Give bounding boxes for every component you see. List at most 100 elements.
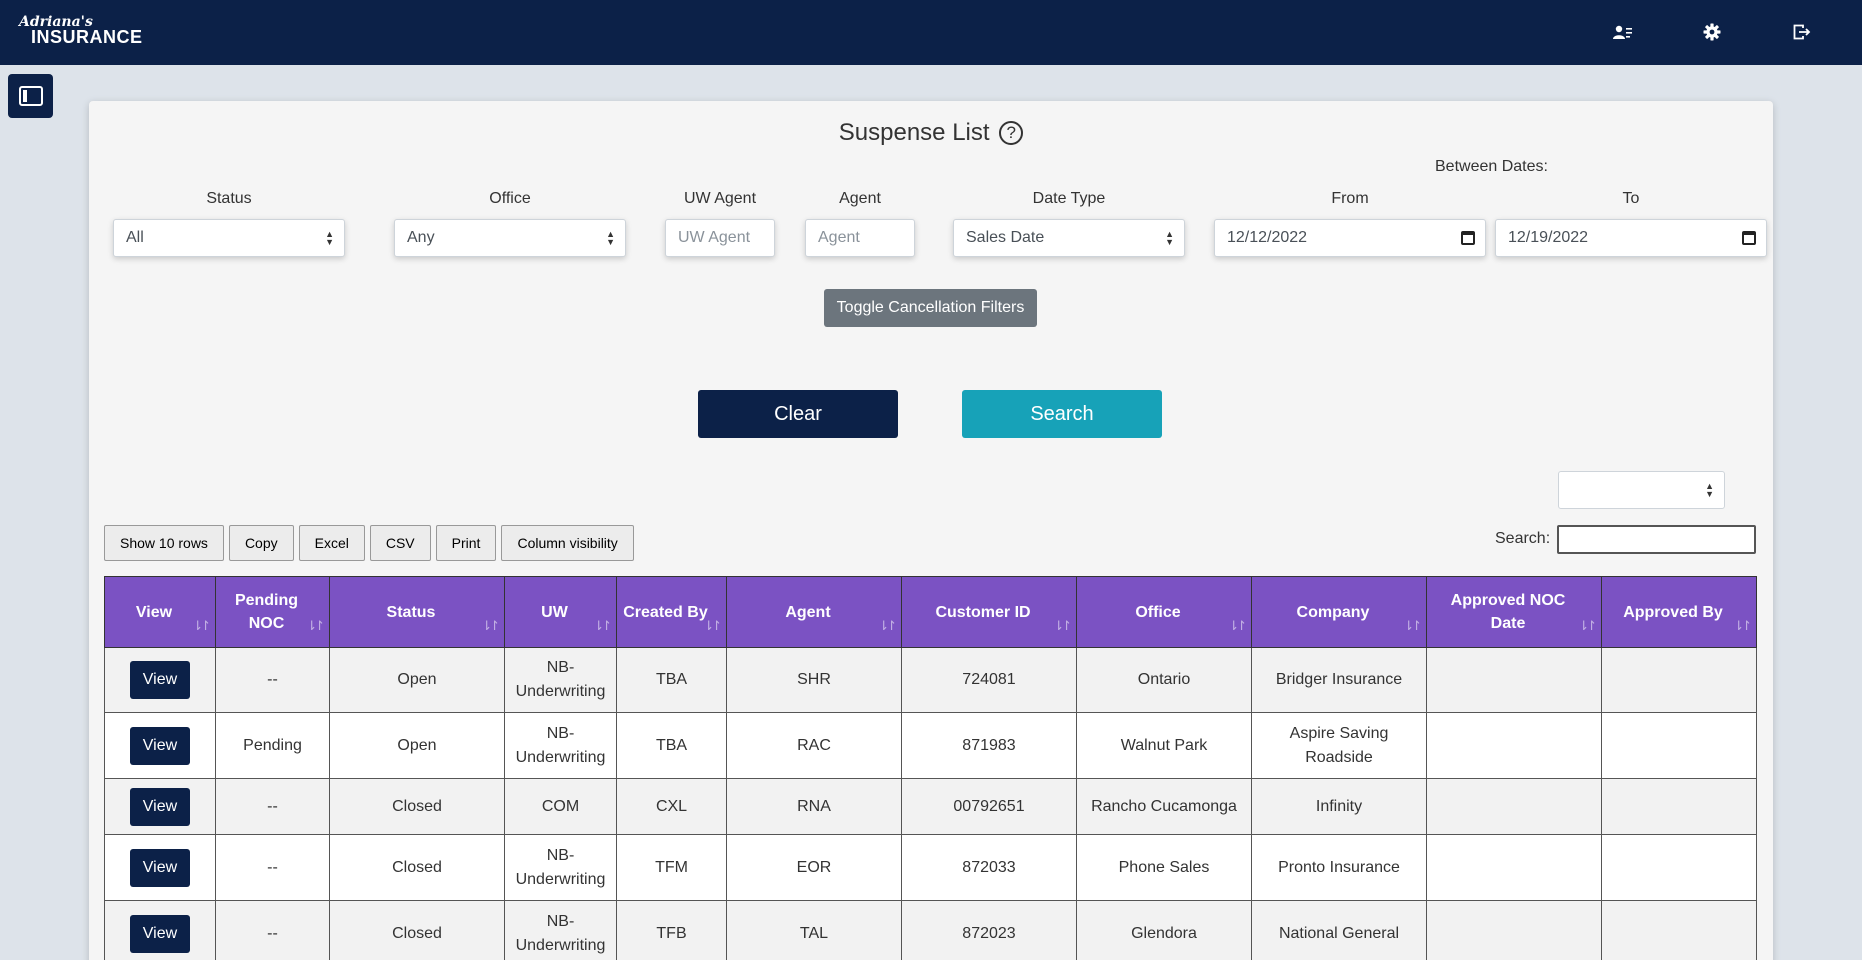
sort-icon: ⇂↾ bbox=[1733, 618, 1752, 633]
uw-agent-input[interactable]: UW Agent bbox=[665, 219, 775, 257]
pending-noc-cell: Pending bbox=[215, 712, 330, 779]
brand-logo[interactable]: Adriana's INSURANCE bbox=[19, 15, 143, 46]
search-button[interactable]: Search bbox=[962, 390, 1162, 438]
column-header-office[interactable]: Office ⇂↾ bbox=[1076, 576, 1252, 648]
date-type-select-value: Sales Date bbox=[966, 229, 1045, 246]
column-header-customer-id[interactable]: Customer ID ⇂↾ bbox=[901, 576, 1077, 648]
view-cell: View bbox=[104, 647, 216, 713]
calendar-icon[interactable] bbox=[1742, 231, 1756, 245]
from-date-input[interactable]: 12/12/2022 bbox=[1214, 219, 1486, 257]
print-button[interactable]: Print bbox=[435, 525, 497, 561]
clear-button[interactable]: Clear bbox=[698, 390, 898, 438]
approved-by-cell bbox=[1601, 834, 1757, 901]
company-cell: Pronto Insurance bbox=[1251, 834, 1427, 901]
logo-main-text: INSURANCE bbox=[31, 27, 143, 47]
logout-icon[interactable] bbox=[1790, 20, 1814, 44]
view-cell: View bbox=[104, 900, 216, 960]
customer-id-cell: 724081 bbox=[901, 647, 1077, 713]
page-length-select[interactable]: ▲ ▼ bbox=[1558, 471, 1725, 509]
office-cell: Glendora bbox=[1076, 900, 1252, 960]
uw-agent-label: UW Agent bbox=[683, 190, 757, 207]
company-cell: Bridger Insurance bbox=[1251, 647, 1427, 713]
to-date-input[interactable]: 12/19/2022 bbox=[1495, 219, 1767, 257]
table-search-input[interactable] bbox=[1557, 525, 1756, 554]
office-select[interactable]: Any ▲ ▼ bbox=[394, 219, 626, 257]
company-cell: Aspire Saving Roadside bbox=[1251, 712, 1427, 779]
approved-by-cell bbox=[1601, 900, 1757, 960]
column-header-status[interactable]: Status ⇂↾ bbox=[329, 576, 505, 648]
customer-id-cell: 872023 bbox=[901, 900, 1077, 960]
column-header-view[interactable]: View ⇂↾ bbox=[104, 576, 216, 648]
status-select-value: All bbox=[126, 229, 144, 246]
agent-cell: EOR bbox=[726, 834, 902, 901]
sort-icon: ⇂↾ bbox=[481, 618, 500, 633]
pending-noc-cell: -- bbox=[215, 778, 330, 835]
table-row: View -- Closed NB-Underwriting TFM EOR 8… bbox=[104, 834, 1757, 901]
column-header-approved-noc-date[interactable]: Approved NOC Date ⇂↾ bbox=[1426, 576, 1602, 648]
view-button[interactable]: View bbox=[130, 787, 190, 826]
column-header-company[interactable]: Company ⇂↾ bbox=[1251, 576, 1427, 648]
view-cell: View bbox=[104, 778, 216, 835]
sort-icon: ⇂↾ bbox=[593, 618, 612, 633]
user-list-icon[interactable] bbox=[1611, 20, 1635, 44]
created-by-cell: TFB bbox=[616, 900, 727, 960]
office-cell: Walnut Park bbox=[1076, 712, 1252, 779]
company-cell: National General bbox=[1251, 900, 1427, 960]
view-cell: View bbox=[104, 712, 216, 779]
created-by-cell: CXL bbox=[616, 778, 727, 835]
table-search-label: Search: bbox=[1495, 530, 1551, 547]
between-dates-label: Between Dates: bbox=[1435, 158, 1548, 175]
office-cell: Rancho Cucamonga bbox=[1076, 778, 1252, 835]
view-button[interactable]: View bbox=[130, 848, 190, 887]
view-button[interactable]: View bbox=[130, 661, 190, 699]
column-header-approved-by[interactable]: Approved By ⇂↾ bbox=[1601, 576, 1757, 648]
status-cell: Open bbox=[329, 647, 505, 713]
table-row: View Pending Open NB-Underwriting TBA RA… bbox=[104, 712, 1757, 779]
pending-noc-cell: -- bbox=[215, 834, 330, 901]
gear-icon[interactable] bbox=[1700, 20, 1724, 44]
status-select[interactable]: All ▲ ▼ bbox=[113, 219, 345, 257]
status-cell: Open bbox=[329, 712, 505, 779]
approved-noc-date-cell bbox=[1426, 712, 1602, 779]
view-button[interactable]: View bbox=[130, 914, 190, 953]
csv-button[interactable]: CSV bbox=[369, 525, 431, 561]
sort-icon: ⇂↾ bbox=[1228, 618, 1247, 633]
uw-cell: NB-Underwriting bbox=[504, 900, 617, 960]
toggle-cancellation-filters-button[interactable]: Toggle Cancellation Filters bbox=[824, 289, 1037, 327]
from-label: From bbox=[1331, 190, 1369, 207]
column-visibility-button[interactable]: Column visibility bbox=[501, 525, 634, 561]
uw-cell: NB-Underwriting bbox=[504, 647, 617, 713]
sort-icon: ⇂↾ bbox=[1053, 618, 1072, 633]
table-row: View -- Closed COM CXL RNA 00792651 Ranc… bbox=[104, 778, 1757, 835]
select-arrows-icon: ▲ ▼ bbox=[325, 229, 334, 247]
agent-input[interactable]: Agent bbox=[805, 219, 915, 257]
status-cell: Closed bbox=[329, 778, 505, 835]
copy-button[interactable]: Copy bbox=[228, 525, 294, 561]
date-type-select[interactable]: Sales Date ▲ ▼ bbox=[953, 219, 1185, 257]
customer-id-cell: 871983 bbox=[901, 712, 1077, 779]
status-cell: Closed bbox=[329, 900, 505, 960]
column-header-created-by[interactable]: Created By ⇂↾ bbox=[616, 576, 727, 648]
view-button[interactable]: View bbox=[130, 726, 190, 765]
calendar-icon[interactable] bbox=[1461, 231, 1475, 245]
show-rows-button[interactable]: Show 10 rows bbox=[104, 525, 224, 561]
table-header-row: View ⇂↾ Pending NOC ⇂↾ Status ⇂↾ UW ⇂↾ Creat… bbox=[104, 576, 1757, 648]
from-date-value: 12/12/2022 bbox=[1227, 229, 1308, 246]
uw-cell: COM bbox=[504, 778, 617, 835]
column-header-agent[interactable]: Agent ⇂↾ bbox=[726, 576, 902, 648]
to-date-value: 12/19/2022 bbox=[1508, 229, 1589, 246]
status-cell: Closed bbox=[329, 834, 505, 901]
select-arrows-icon: ▲ ▼ bbox=[1165, 229, 1174, 247]
column-header-uw[interactable]: UW ⇂↾ bbox=[504, 576, 617, 648]
column-header-pending-noc[interactable]: Pending NOC ⇂↾ bbox=[215, 576, 330, 648]
approved-noc-date-cell bbox=[1426, 834, 1602, 901]
created-by-cell: TFM bbox=[616, 834, 727, 901]
page-title: Suspense List bbox=[838, 119, 990, 146]
excel-button[interactable]: Excel bbox=[298, 525, 365, 561]
office-select-value: Any bbox=[407, 229, 435, 246]
customer-id-cell: 872033 bbox=[901, 834, 1077, 901]
help-icon[interactable]: ? bbox=[999, 121, 1024, 145]
sidebar-toggle-button[interactable] bbox=[8, 74, 53, 118]
sort-icon: ⇂↾ bbox=[306, 618, 325, 633]
select-arrows-icon: ▲ ▼ bbox=[1705, 481, 1714, 499]
